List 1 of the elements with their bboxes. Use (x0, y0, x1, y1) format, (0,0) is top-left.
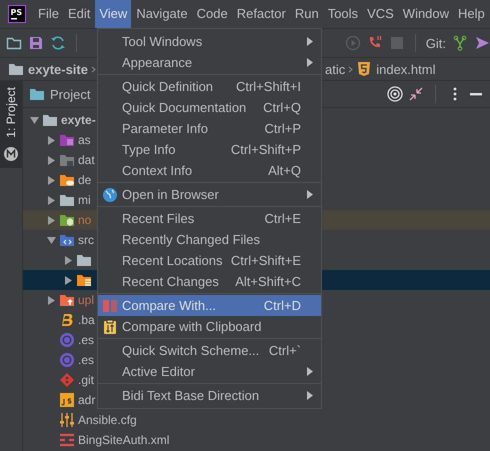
git-label: Git: (426, 36, 446, 50)
